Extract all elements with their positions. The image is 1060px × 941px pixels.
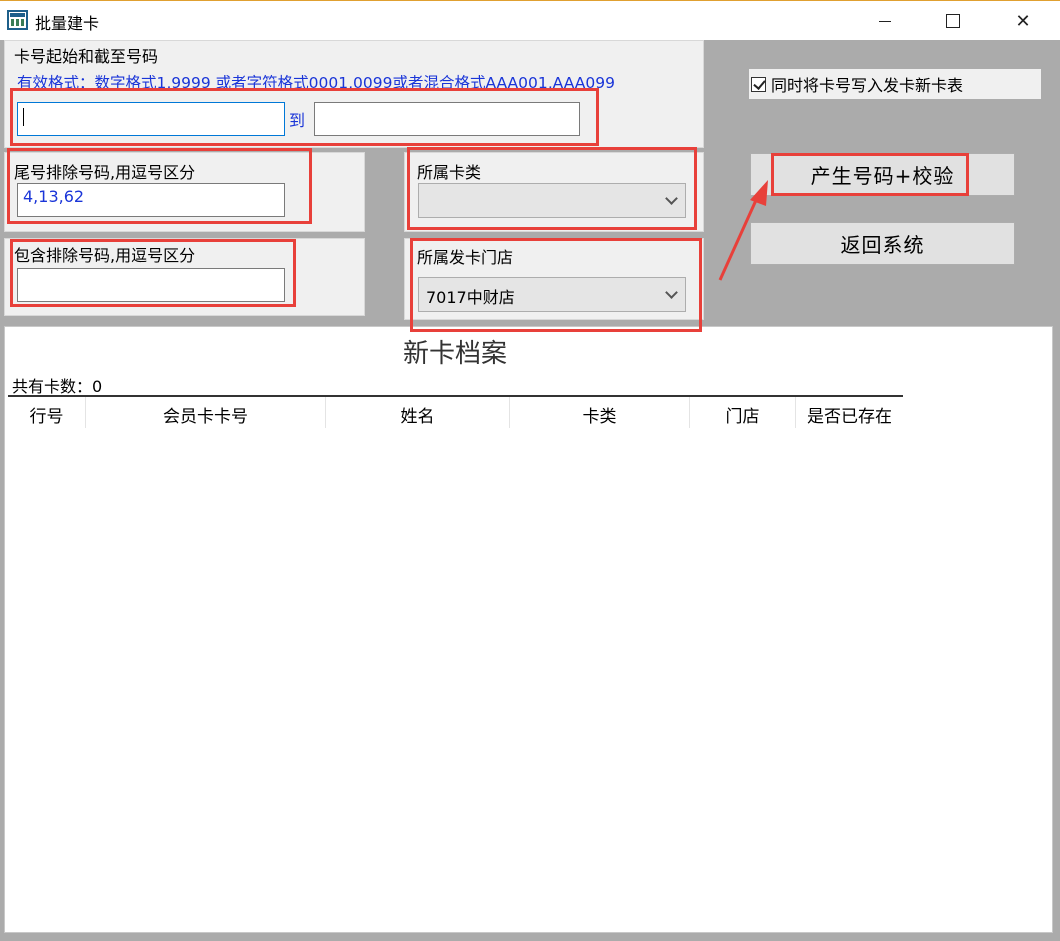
- to-label: 到: [289, 111, 306, 130]
- card-type-group: 所属卡类: [404, 152, 704, 232]
- store-select[interactable]: 7017中财店: [418, 277, 686, 312]
- format-hint: 有效格式：数字格式1,9999 或者字符格式0001,0099或者混合格式AAA…: [17, 74, 615, 92]
- tail-exclude-group: 尾号排除号码,用逗号区分 4,13,62: [4, 152, 365, 232]
- contain-exclude-group: 包含排除号码,用逗号区分: [4, 238, 365, 316]
- text-caret: [23, 108, 24, 126]
- tail-exclude-label: 尾号排除号码,用逗号区分: [14, 163, 196, 182]
- new-card-archive-panel: 新卡档案 共有卡数：0 行号 会员卡卡号 姓名 卡类 门店 是否已存在: [4, 326, 1053, 933]
- minimize-icon: [879, 20, 891, 22]
- store-selected-value: 7017中财店: [426, 288, 515, 307]
- checkbox-label: 同时将卡号写入发卡新卡表: [771, 76, 964, 95]
- contain-exclude-input[interactable]: [17, 268, 285, 302]
- minimize-button[interactable]: [862, 1, 908, 41]
- column-header-name[interactable]: 姓名: [326, 397, 510, 428]
- card-count: 共有卡数：0: [12, 373, 102, 397]
- column-header-card-type[interactable]: 卡类: [510, 397, 690, 428]
- store-label: 所属发卡门店: [417, 248, 514, 267]
- chevron-down-icon: [665, 192, 678, 205]
- close-icon: ✕: [1015, 10, 1031, 32]
- store-group: 所属发卡门店 7017中财店: [404, 238, 704, 320]
- column-header-row-no[interactable]: 行号: [8, 397, 86, 428]
- window-title: 批量建卡: [35, 14, 100, 33]
- tail-exclude-input[interactable]: 4,13,62: [17, 183, 285, 217]
- contain-exclude-label: 包含排除号码,用逗号区分: [14, 246, 196, 265]
- maximize-icon: [946, 14, 960, 28]
- card-count-value: 0: [92, 377, 103, 396]
- annotation-arrow-icon: [718, 180, 768, 281]
- maximize-button[interactable]: [930, 1, 976, 41]
- card-end-input[interactable]: [314, 102, 580, 136]
- card-range-group: 卡号起始和截至号码 有效格式：数字格式1,9999 或者字符格式0001,009…: [4, 40, 704, 148]
- card-range-label: 卡号起始和截至号码: [14, 47, 159, 66]
- write-new-card-checkbox[interactable]: 同时将卡号写入发卡新卡表: [749, 69, 1041, 99]
- archive-title: 新卡档案: [402, 339, 507, 369]
- archive-table-header: 行号 会员卡卡号 姓名 卡类 门店 是否已存在: [8, 395, 903, 428]
- column-header-store[interactable]: 门店: [690, 397, 796, 428]
- title-bar: 批量建卡 ✕: [0, 0, 1060, 40]
- chevron-down-icon: [665, 286, 678, 299]
- card-type-select[interactable]: [418, 183, 686, 218]
- column-header-exists[interactable]: 是否已存在: [796, 397, 903, 428]
- card-count-label: 共有卡数：: [12, 377, 93, 396]
- card-start-input[interactable]: [17, 102, 285, 136]
- app-table-icon: [7, 10, 28, 30]
- close-button[interactable]: ✕: [1000, 1, 1046, 41]
- column-header-card-no[interactable]: 会员卡卡号: [86, 397, 326, 428]
- checkbox-checked-icon: [751, 76, 766, 92]
- card-type-label: 所属卡类: [417, 163, 482, 182]
